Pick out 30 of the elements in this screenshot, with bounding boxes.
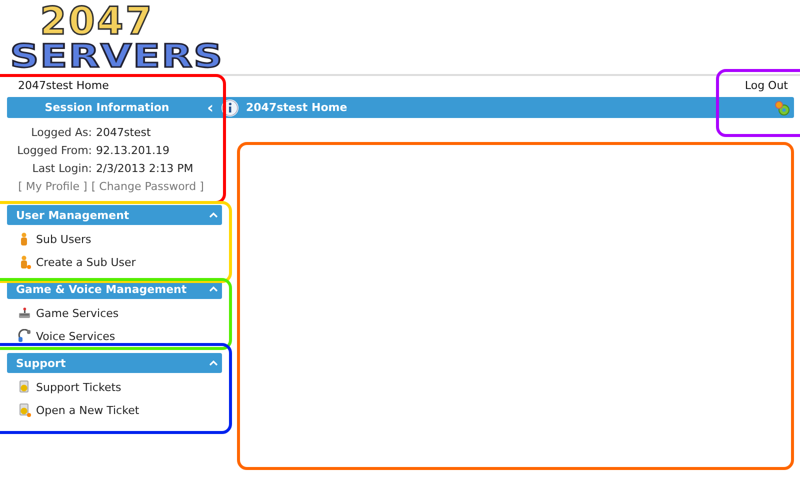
menu-link[interactable]: Create a Sub User (18, 254, 222, 270)
console-icon (18, 306, 31, 320)
chevron-up-icon (209, 212, 218, 218)
chevron-up-icon (209, 286, 218, 292)
menu-link[interactable]: Sub Users (18, 231, 222, 247)
menu-link[interactable]: Voice Services (18, 328, 222, 344)
chevron-up-icon (209, 360, 218, 366)
field-value: 92.13.201.19 (96, 144, 170, 157)
person-icon (18, 255, 31, 269)
lock-icon (18, 380, 31, 394)
profile-link[interactable]: [ Change Password ] (91, 180, 204, 193)
headset-icon (18, 329, 31, 343)
lock-icon (18, 403, 31, 417)
info-icon (221, 98, 239, 116)
logout-link[interactable]: Log Out (744, 79, 788, 96)
field-label: Last Login: (31, 162, 92, 175)
field-label: Logged From: (16, 144, 92, 157)
field-value: 2047stest (96, 126, 152, 139)
field-value: 2/3/2013 2:13 PM (96, 162, 194, 175)
home-link[interactable]: 2047stest Home (18, 79, 109, 96)
field-label: Logged As: (30, 126, 92, 139)
menu-link[interactable]: Support Tickets (18, 379, 222, 395)
menu-link[interactable]: Open a New Ticket (18, 402, 222, 418)
page-title: 2047stest Home (246, 101, 348, 114)
panel-title: Session Information (44, 101, 170, 114)
menu-link[interactable]: Game Services (18, 305, 222, 321)
gear-icon[interactable] (774, 100, 790, 116)
logo-text: SERVERS (10, 40, 225, 72)
profile-link[interactable]: [ My Profile ] (18, 180, 88, 193)
logo-text: 2047 (39, 2, 155, 40)
